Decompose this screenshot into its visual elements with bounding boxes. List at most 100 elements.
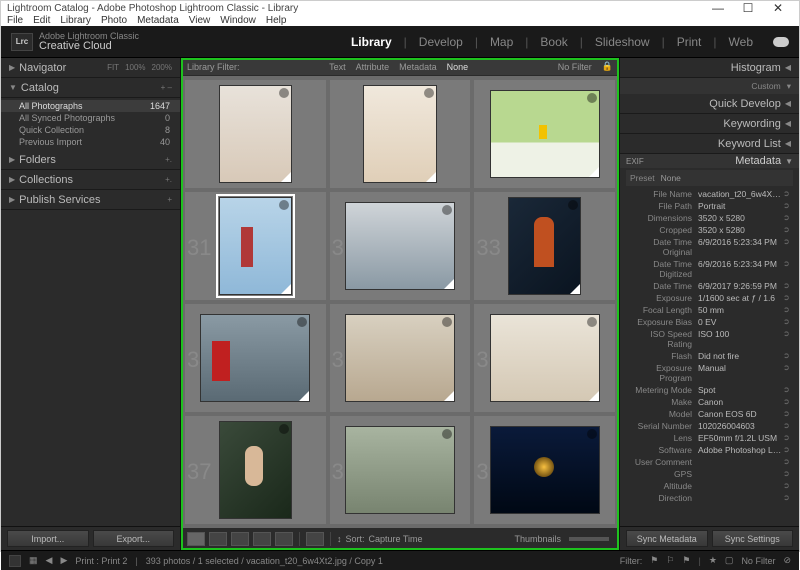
photo-thumbnail[interactable] xyxy=(490,314,600,403)
flag-icon[interactable] xyxy=(279,424,289,434)
metadata-row[interactable]: Exposure ProgramManual➲ xyxy=(620,362,799,384)
quick-develop-header[interactable]: Quick Develop ◀ xyxy=(620,94,799,114)
goto-icon[interactable]: ➲ xyxy=(783,445,793,455)
grid-cell[interactable]: 31 xyxy=(185,192,326,300)
module-develop[interactable]: Develop xyxy=(419,35,463,49)
flag-icon[interactable] xyxy=(568,200,578,210)
metadata-row[interactable]: Exposure Bias0 EV➲ xyxy=(620,316,799,328)
flag-icon[interactable] xyxy=(279,88,289,98)
module-web[interactable]: Web xyxy=(729,35,753,49)
flag-icon[interactable] xyxy=(587,317,597,327)
metadata-row[interactable]: Cropped3520 x 5280➲ xyxy=(620,224,799,236)
publish-header[interactable]: ▶ Publish Services + xyxy=(1,190,180,210)
metadata-row[interactable]: MakeCanon➲ xyxy=(620,396,799,408)
photo-thumbnail[interactable] xyxy=(508,197,581,294)
nav-fwd-icon[interactable]: ▶ xyxy=(60,555,67,566)
sort-direction-icon[interactable]: ↕ xyxy=(337,534,342,544)
goto-icon[interactable]: ➲ xyxy=(783,433,793,443)
metadata-row[interactable]: Serial Number102026004603➲ xyxy=(620,420,799,432)
metadata-row[interactable]: ModelCanon EOS 6D➲ xyxy=(620,408,799,420)
grid-cell[interactable]: 34 xyxy=(185,304,326,412)
grid-cell[interactable]: 37 xyxy=(185,416,326,524)
keywording-header[interactable]: Keywording ◀ xyxy=(620,114,799,134)
goto-icon[interactable]: ➲ xyxy=(783,469,793,479)
photo-thumbnail[interactable] xyxy=(490,90,600,179)
filter-attribute[interactable]: Attribute xyxy=(356,62,390,72)
filter-none[interactable]: None xyxy=(447,62,469,72)
star-filter-icon[interactable]: ★ xyxy=(709,555,717,566)
catalog-all-photographs[interactable]: All Photographs 1647 xyxy=(1,100,180,112)
color-filter-icon[interactable]: ▢ xyxy=(725,555,734,566)
metadata-row[interactable]: Direction➲ xyxy=(620,492,799,504)
flag-icon[interactable] xyxy=(279,200,289,210)
zoom-fit[interactable]: FIT xyxy=(107,63,119,72)
nav-back-icon[interactable]: ◀ xyxy=(46,555,53,566)
metadata-row[interactable]: Metering ModeSpot➲ xyxy=(620,384,799,396)
collections-header[interactable]: ▶ Collections +. xyxy=(1,170,180,190)
sync-settings-button[interactable]: Sync Settings xyxy=(712,530,794,547)
photo-thumbnail[interactable] xyxy=(219,421,292,518)
filter-text[interactable]: Text xyxy=(329,62,346,72)
goto-icon[interactable]: ➲ xyxy=(783,329,793,349)
catalog-synced[interactable]: All Synced Photographs 0 xyxy=(1,112,180,124)
navigator-header[interactable]: ▶ Navigator FIT 100% 200% xyxy=(1,58,180,78)
export-button[interactable]: Export... xyxy=(93,530,175,547)
cloud-sync-icon[interactable] xyxy=(773,37,789,47)
goto-icon[interactable]: ➲ xyxy=(783,457,793,467)
goto-icon[interactable]: ➲ xyxy=(783,259,793,279)
menu-photo[interactable]: Photo xyxy=(101,15,127,26)
menu-window[interactable]: Window xyxy=(220,15,256,26)
metadata-row[interactable]: Exposure1/1600 sec at ƒ / 1.6➲ xyxy=(620,292,799,304)
zoom-100[interactable]: 100% xyxy=(125,63,145,72)
import-button[interactable]: Import... xyxy=(7,530,89,547)
photo-thumbnail[interactable] xyxy=(345,314,455,403)
metadata-row[interactable]: SoftwareAdobe Photoshop Lightroom 5...➲ xyxy=(620,444,799,456)
menu-view[interactable]: View xyxy=(189,15,211,26)
filter-metadata[interactable]: Metadata xyxy=(399,62,437,72)
goto-icon[interactable]: ➲ xyxy=(783,237,793,257)
goto-icon[interactable]: ➲ xyxy=(783,317,793,327)
flag-icon[interactable] xyxy=(442,205,452,215)
module-slideshow[interactable]: Slideshow xyxy=(595,35,650,49)
flag-icon[interactable] xyxy=(442,429,452,439)
metadata-row[interactable]: File PathPortrait➲ xyxy=(620,200,799,212)
grid-cell[interactable]: 32 xyxy=(330,192,471,300)
footer-filter-preset[interactable]: No Filter xyxy=(741,556,775,566)
keyword-list-header[interactable]: Keyword List ◀ xyxy=(620,134,799,154)
custom-bar[interactable]: Custom▾ xyxy=(620,78,799,94)
photo-thumbnail-selected[interactable] xyxy=(219,197,292,294)
goto-icon[interactable]: ➲ xyxy=(783,397,793,407)
catalog-header[interactable]: ▼ Catalog + – xyxy=(1,78,180,98)
metadata-row[interactable]: Date Time Original6/9/2016 5:23:34 PM➲ xyxy=(620,236,799,258)
flag-filter-icon[interactable]: ⚐ xyxy=(666,555,674,566)
minimize-button[interactable]: — xyxy=(703,1,733,15)
menu-help[interactable]: Help xyxy=(266,15,287,26)
painter-tool-button[interactable] xyxy=(306,532,324,546)
goto-icon[interactable]: ➲ xyxy=(783,481,793,491)
metadata-row[interactable]: FlashDid not fire➲ xyxy=(620,350,799,362)
flag-icon[interactable] xyxy=(297,317,307,327)
sort-dropdown[interactable]: Capture Time xyxy=(369,534,423,544)
photo-thumbnail[interactable] xyxy=(200,314,310,403)
goto-icon[interactable]: ➲ xyxy=(783,385,793,395)
grid-view[interactable]: 31 32 33 34 35 36 37 38 39 xyxy=(181,76,619,528)
people-view-button[interactable] xyxy=(275,532,293,546)
catalog-previous-import[interactable]: Previous Import 40 xyxy=(1,136,180,148)
module-book[interactable]: Book xyxy=(540,35,567,49)
metadata-row[interactable]: Date Time Digitized6/9/2016 5:23:34 PM➲ xyxy=(620,258,799,280)
metadata-row[interactable]: Altitude➲ xyxy=(620,480,799,492)
menu-metadata[interactable]: Metadata xyxy=(137,15,179,26)
goto-icon[interactable]: ➲ xyxy=(783,493,793,503)
grid-cell[interactable]: 33 xyxy=(474,192,615,300)
flag-filter-icon[interactable]: ⚑ xyxy=(682,555,690,566)
compare-view-button[interactable] xyxy=(231,532,249,546)
metadata-row[interactable]: ISO Speed RatingISO 100➲ xyxy=(620,328,799,350)
goto-icon[interactable]: ➲ xyxy=(783,189,793,199)
catalog-quick-collection[interactable]: Quick Collection 8 xyxy=(1,124,180,136)
photo-thumbnail[interactable] xyxy=(490,426,600,515)
metadata-preset-row[interactable]: Preset None xyxy=(626,170,793,186)
goto-icon[interactable]: ➲ xyxy=(783,409,793,419)
menu-edit[interactable]: Edit xyxy=(33,15,50,26)
goto-icon[interactable]: ➲ xyxy=(783,281,793,291)
menu-library[interactable]: Library xyxy=(60,15,91,26)
